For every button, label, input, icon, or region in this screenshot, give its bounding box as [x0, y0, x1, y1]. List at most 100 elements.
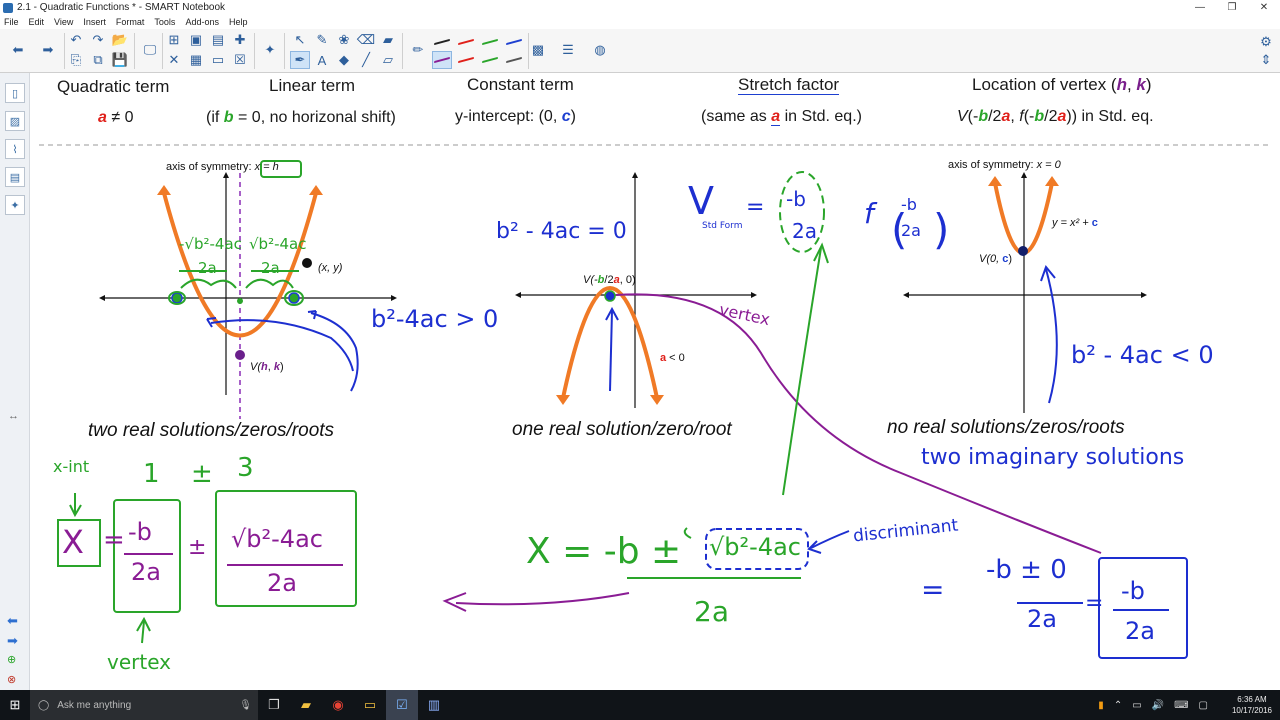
color-palette-icon[interactable]: ▩: [528, 41, 548, 59]
maximize-icon[interactable]: ❐: [1216, 0, 1248, 15]
pen-color-dotted[interactable]: [504, 51, 524, 69]
table-icon[interactable]: ▦: [186, 51, 206, 69]
next-page-side-icon[interactable]: ➡: [7, 633, 18, 649]
volume-icon[interactable]: 🔊: [1152, 700, 1164, 711]
file-explorer-icon[interactable]: ▰: [290, 690, 322, 720]
line-icon[interactable]: ╱: [356, 51, 376, 69]
add-ons-tab-icon[interactable]: ✦: [5, 195, 25, 215]
smart-notebook-taskbar-icon[interactable]: ☑: [386, 690, 418, 720]
delete-page-side-icon[interactable]: ⊗: [7, 673, 16, 686]
screen-shade-icon[interactable]: ▤: [208, 31, 228, 49]
gallery-icon[interactable]: ▨: [5, 111, 25, 131]
pen-properties-icon[interactable]: ✏: [408, 41, 428, 59]
screen-capture-icon[interactable]: ▣: [186, 31, 206, 49]
chevron-up-icon[interactable]: ⌃: [1114, 700, 1122, 711]
open-icon[interactable]: 📂: [110, 31, 130, 49]
minimize-icon[interactable]: —: [1184, 0, 1216, 15]
transparency-icon[interactable]: ◍: [590, 41, 610, 59]
folder-icon[interactable]: ▭: [354, 690, 386, 720]
page-sorter-icon[interactable]: ▯: [5, 83, 25, 103]
menu-view[interactable]: View: [54, 15, 73, 29]
window-title: 2.1 - Quadratic Functions * - SMART Note…: [17, 2, 226, 13]
graph3-vertex-point: [1018, 246, 1028, 256]
start-windows-icon[interactable]: ⊞: [0, 690, 30, 720]
attachments-icon[interactable]: ⌇: [5, 139, 25, 159]
graph3-vertex-label: V(0, c): [979, 253, 1013, 265]
add-page-side-icon[interactable]: ⊕: [7, 653, 16, 666]
graph2-hw-v-std-form: Std Form: [702, 221, 743, 231]
line-style-icon[interactable]: ☰: [558, 41, 578, 59]
chrome-icon[interactable]: ◉: [322, 690, 354, 720]
redo-icon[interactable]: ↷: [88, 31, 108, 49]
add-ons-icon[interactable]: ✦: [260, 41, 280, 59]
graph1-axis-label: axis of symmetry: x = h: [166, 161, 279, 173]
doc-camera-icon[interactable]: ▭: [208, 51, 228, 69]
bottom-hw-final-den: 2a: [1125, 617, 1155, 645]
settings-gear-icon[interactable]: ⚙: [1256, 33, 1276, 51]
graph1-root-right: [288, 292, 300, 304]
task-view-icon[interactable]: ❐: [258, 690, 290, 720]
graph3-hw-imaginary: two imaginary solutions: [921, 445, 1185, 470]
undo-icon[interactable]: ↶: [66, 31, 86, 49]
shape-icon[interactable]: ◆: [334, 51, 354, 69]
microphone-icon[interactable]: 🎙: [239, 700, 252, 711]
previous-page-icon[interactable]: ⬅: [8, 41, 28, 59]
bottom-hw-sqrt-den: 2a: [267, 569, 297, 597]
bottom-hw-sqrt-num: √b²-4ac: [231, 525, 323, 553]
magic-pen-icon[interactable]: ✒: [290, 51, 310, 69]
properties-icon[interactable]: ▤: [5, 167, 25, 187]
highlighter-icon[interactable]: ▱: [378, 51, 398, 69]
bottom-hw-zero-num: -b ± 0: [986, 555, 1067, 585]
pen-color-red[interactable]: [456, 33, 476, 51]
notification-badge-icon[interactable]: ▮: [1098, 700, 1104, 711]
menu-edit[interactable]: Edit: [29, 15, 45, 29]
graph2-hw-2a: 2a: [792, 219, 817, 243]
creative-pen-icon[interactable]: ❀: [334, 31, 354, 49]
notebook-page[interactable]: Quadratic term Linear term Constant term…: [31, 73, 1280, 690]
pen-color-black[interactable]: [432, 33, 452, 51]
graph2-vertex-point: [604, 290, 616, 302]
add-page-icon[interactable]: ⊞: [164, 31, 184, 49]
save-icon[interactable]: 💾: [110, 51, 130, 69]
paste-icon[interactable]: ⎘: [66, 51, 86, 69]
network-icon[interactable]: ▭: [1132, 700, 1141, 711]
pen-icon[interactable]: ✎: [312, 31, 332, 49]
graph1-hw-discriminant: b²-4ac > 0: [371, 305, 499, 333]
next-page-icon[interactable]: ➡: [38, 41, 58, 59]
delete-icon[interactable]: ✕: [164, 51, 184, 69]
bottom-hw-vertex: vertex: [107, 650, 171, 674]
close-icon[interactable]: ✕: [1248, 0, 1280, 15]
menu-tools[interactable]: Tools: [154, 15, 175, 29]
pen-color-blue[interactable]: [504, 33, 524, 51]
book-app-icon[interactable]: ▥: [418, 690, 450, 720]
close-page-icon[interactable]: ☒: [230, 51, 250, 69]
fill-icon[interactable]: ▰: [378, 31, 398, 49]
resize-handle-icon[interactable]: ↔: [8, 410, 19, 422]
eraser-icon[interactable]: ⌫: [356, 31, 376, 49]
select-icon[interactable]: ↖: [290, 31, 310, 49]
chat-icon[interactable]: ▢: [1199, 700, 1208, 711]
pen-color-red-2[interactable]: [456, 51, 476, 69]
graph1-root-left: [171, 292, 183, 304]
pen-color-purple[interactable]: [432, 51, 452, 69]
bottom-hw-zero-eq: =: [1085, 591, 1104, 616]
menu-help[interactable]: Help: [229, 15, 248, 29]
pen-color-green-2[interactable]: [480, 51, 500, 69]
menu-file[interactable]: File: [4, 15, 19, 29]
previous-page-side-icon[interactable]: ⬅: [7, 613, 18, 629]
insert-icon[interactable]: ✚: [230, 31, 250, 49]
menu-insert[interactable]: Insert: [83, 15, 106, 29]
copy-icon[interactable]: ⧉: [88, 51, 108, 69]
toolbar-position-icon[interactable]: ⇕: [1256, 51, 1276, 69]
clock[interactable]: 6:36 AM 10/17/2016: [1232, 694, 1272, 716]
clock-date: 10/17/2016: [1231, 706, 1272, 715]
menu-format[interactable]: Format: [116, 15, 145, 29]
menu-add-ons[interactable]: Add-ons: [185, 15, 219, 29]
graph2-hw-f-neg-b: -b: [901, 195, 917, 214]
window-controls: — ❐ ✕: [1184, 0, 1280, 15]
text-icon[interactable]: A: [312, 51, 332, 69]
cortana-search-box[interactable]: ◯ Ask me anything 🎙: [30, 690, 258, 720]
keyboard-icon[interactable]: ⌨: [1174, 700, 1188, 711]
pen-color-green[interactable]: [480, 33, 500, 51]
display-icon[interactable]: 🖵: [140, 41, 160, 59]
